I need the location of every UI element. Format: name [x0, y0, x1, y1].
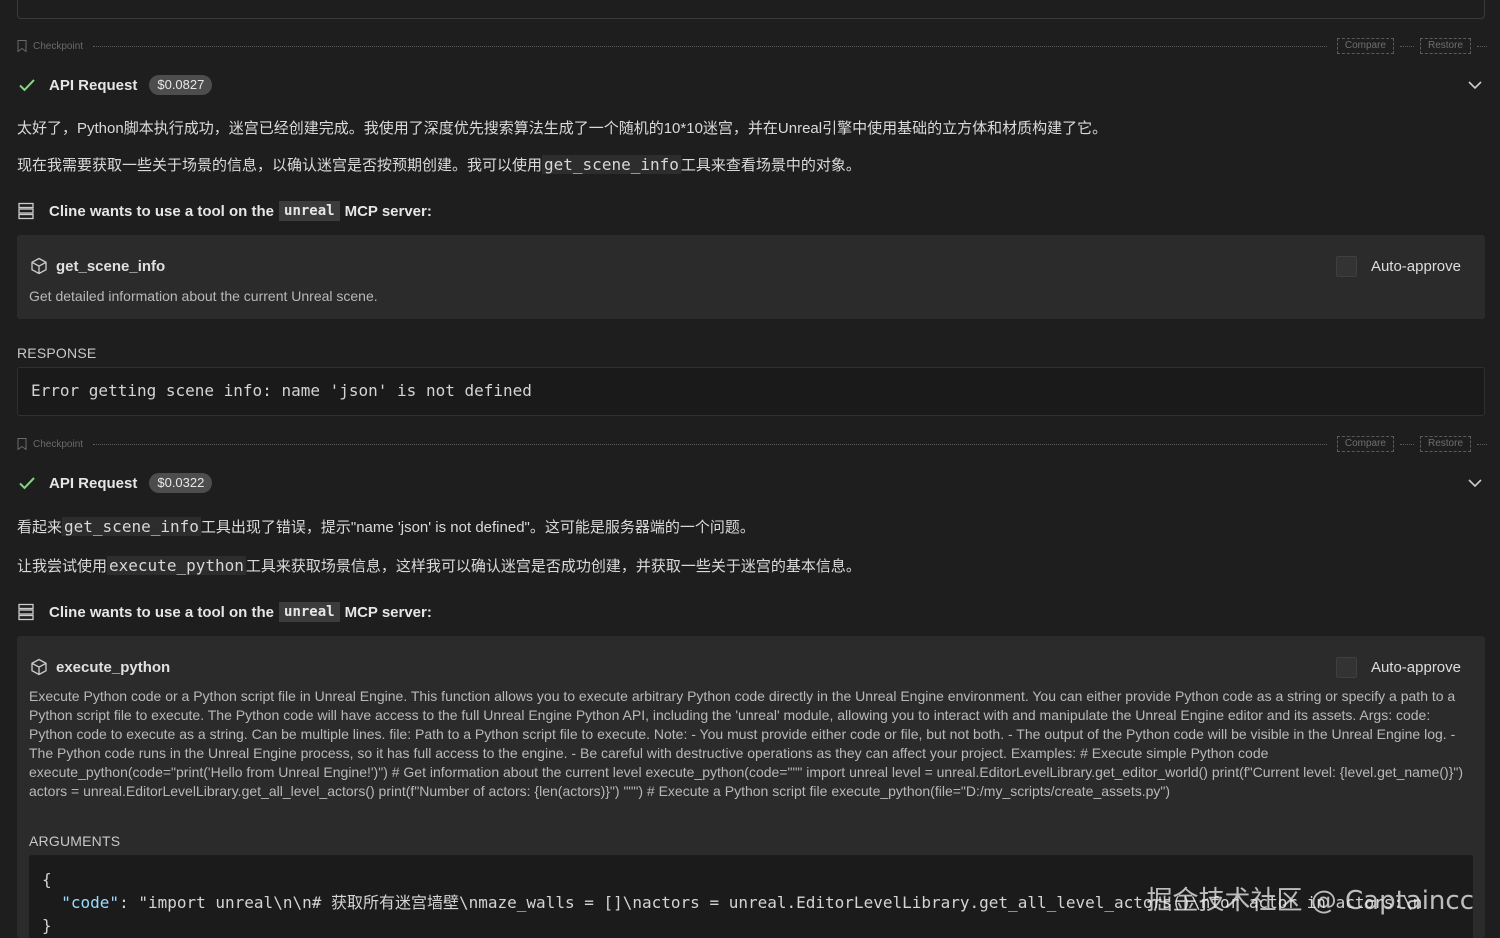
cost-badge: $0.0827 [149, 75, 213, 95]
checkpoint-label: Checkpoint [33, 438, 84, 450]
api-request-header[interactable]: API Request $0.0322 [17, 469, 1485, 497]
compare-button[interactable]: Compare [1336, 436, 1394, 452]
api-request-header[interactable]: API Request $0.0827 [17, 71, 1485, 99]
checkpoint-label: Checkpoint [33, 40, 84, 52]
mcp-server-name: unreal [279, 201, 340, 221]
tool-card: get_scene_info Auto-approve Get detailed… [17, 235, 1485, 319]
tool-description: Get detailed information about the curre… [29, 288, 378, 304]
mcp-tool-request: Cline wants to use a tool on the unreal … [17, 599, 432, 625]
server-icon [17, 603, 35, 621]
tool-description: Execute Python code or a Python script f… [29, 688, 1464, 799]
watermark: 掘金技术社区 @ Captaincc [1146, 886, 1474, 916]
bookmark-icon [17, 40, 27, 52]
checkpoint-divider [1477, 443, 1487, 445]
inline-code: get_scene_info [62, 517, 201, 536]
checkpoint-divider [93, 45, 1327, 47]
inline-code: get_scene_info [542, 155, 681, 174]
api-request-title: API Request [49, 76, 138, 94]
check-icon [17, 473, 37, 493]
tool-name: get_scene_info [56, 257, 166, 275]
response-output: Error getting scene info: name 'json' is… [17, 367, 1485, 416]
cost-badge: $0.0322 [149, 473, 213, 493]
tool-name: execute_python [56, 658, 171, 676]
checkpoint-divider [1399, 45, 1414, 47]
checkpoint-row: Checkpoint Compare Restore [17, 37, 1487, 55]
checkpoint-divider [1399, 443, 1414, 445]
chevron-down-icon[interactable] [1467, 77, 1483, 93]
checkpoint-divider [1477, 45, 1487, 47]
auto-approve-checkbox[interactable] [1335, 656, 1357, 678]
auto-approve-checkbox[interactable] [1335, 255, 1357, 277]
compare-button[interactable]: Compare [1336, 38, 1394, 54]
restore-button[interactable]: Restore [1419, 436, 1471, 452]
assistant-message: 现在我需要获取一些关于场景的信息，以确认迷宫是否按预期创建。我可以使用 get_s… [17, 155, 861, 174]
previous-output-box [17, 0, 1485, 19]
restore-button[interactable]: Restore [1419, 38, 1471, 54]
checkpoint-divider [93, 443, 1327, 445]
argument-key: "code" [61, 893, 120, 912]
chevron-down-icon[interactable] [1467, 475, 1483, 491]
cube-icon [30, 257, 48, 275]
assistant-message: 太好了，Python脚本执行成功，迷宫已经创建完成。我使用了深度优先搜索算法生成… [17, 120, 1108, 137]
check-icon [17, 75, 37, 95]
assistant-message: 看起来 get_scene_info 工具出现了错误，提示"name 'json' … [17, 517, 755, 536]
bookmark-icon [17, 438, 27, 450]
cube-icon [30, 658, 48, 676]
server-icon [17, 202, 35, 220]
auto-approve-toggle[interactable]: Auto-approve [1335, 255, 1461, 277]
assistant-message: 让我尝试使用 execute_python 工具来获取场景信息，这样我可以确认迷宫是… [17, 556, 861, 575]
mcp-server-name: unreal [279, 602, 340, 622]
response-label: RESPONSE [17, 345, 97, 361]
mcp-tool-request: Cline wants to use a tool on the unreal … [17, 198, 432, 224]
api-request-title: API Request [49, 474, 138, 492]
arguments-label: ARGUMENTS [29, 833, 121, 849]
auto-approve-toggle[interactable]: Auto-approve [1335, 656, 1461, 678]
checkpoint-row: Checkpoint Compare Restore [17, 435, 1487, 453]
inline-code: execute_python [107, 556, 246, 575]
